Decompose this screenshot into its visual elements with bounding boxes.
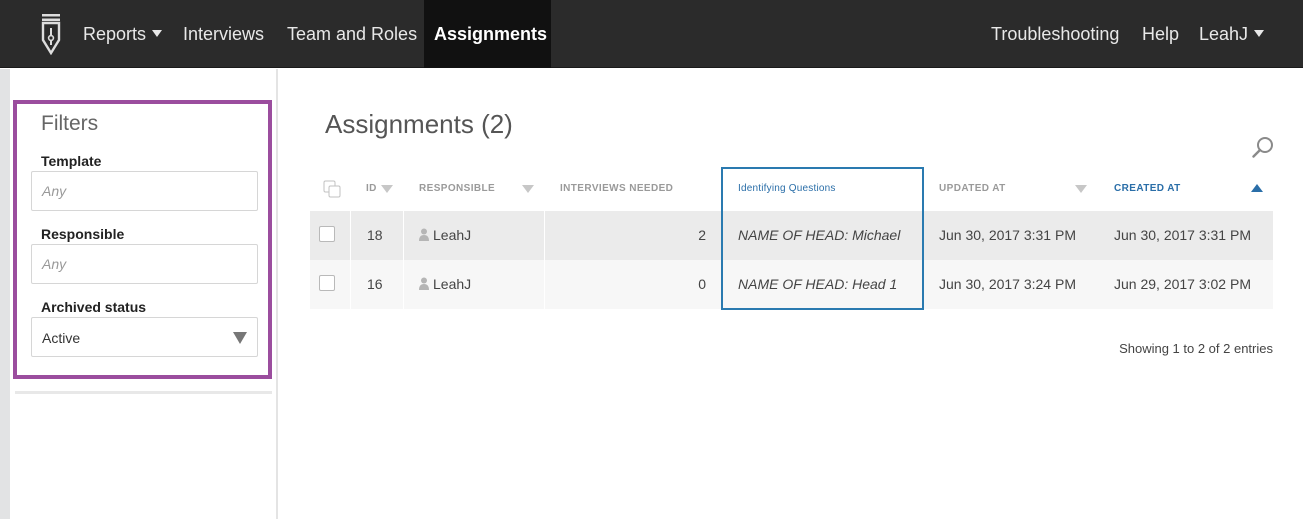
template-label: Template (41, 153, 102, 169)
column-separator (350, 260, 351, 309)
caret-down-icon (152, 30, 163, 37)
cell-responsible: LeahJ (419, 211, 471, 260)
person-icon (419, 277, 429, 290)
page-title: Assignments (2) (325, 109, 513, 139)
person-icon (419, 228, 429, 241)
column-separator (544, 211, 545, 260)
cell-updated-at: Jun 30, 2017 3:31 PM (939, 227, 1076, 243)
nav-help[interactable]: Help (1142, 0, 1179, 68)
nav-assignments[interactable]: Assignments (424, 0, 551, 68)
archived-status-label: Archived status (41, 299, 147, 315)
sort-ascending-icon[interactable] (1251, 184, 1263, 192)
cell-interviews-needed: 2 (698, 227, 706, 243)
column-header-interviews-needed[interactable]: INTERVIEWS NEEDED (560, 168, 673, 210)
identifying-questions-highlight (721, 167, 924, 310)
row-checkbox[interactable] (319, 226, 335, 242)
search-icon[interactable] (1252, 136, 1274, 158)
column-id-label: ID (366, 183, 377, 194)
column-separator (544, 260, 545, 309)
row-checkbox[interactable] (319, 275, 335, 291)
cell-responsible: LeahJ (419, 260, 471, 309)
responsible-name: LeahJ (433, 227, 472, 243)
filters-title: Filters (41, 112, 99, 135)
caret-down-icon (1254, 30, 1265, 37)
top-navbar: Reports Interviews Team and Roles Assign… (0, 0, 1303, 68)
nav-reports[interactable]: Reports (83, 0, 163, 68)
column-separator (350, 211, 351, 260)
cell-created-at: Jun 30, 2017 3:31 PM (1114, 227, 1251, 243)
cell-interviews-needed: 0 (698, 276, 706, 292)
column-separator (403, 260, 404, 309)
column-header-created-at[interactable]: CREATED AT (1114, 168, 1181, 210)
nav-troubleshooting[interactable]: Troubleshooting (991, 0, 1119, 68)
left-scroll-strip (0, 69, 10, 519)
column-separator (403, 211, 404, 260)
archived-status-value: Active (42, 330, 81, 346)
pen-nib-icon[interactable] (38, 13, 64, 55)
cell-updated-at: Jun 30, 2017 3:24 PM (939, 276, 1076, 292)
column-header-updated-at[interactable]: UPDATED AT (939, 168, 1006, 210)
nav-reports-label: Reports (83, 24, 147, 44)
sort-arrow-icon[interactable] (1075, 185, 1087, 193)
sidebar-divider (15, 391, 272, 394)
nav-team-roles[interactable]: Team and Roles (287, 0, 417, 68)
responsible-input[interactable]: Any (31, 244, 258, 284)
sort-arrow-icon[interactable] (381, 185, 393, 193)
user-name: LeahJ (1199, 24, 1249, 44)
filters-sidebar: Filters Template Any Responsible Any Arc… (10, 69, 278, 519)
dropdown-arrow-icon (233, 332, 247, 344)
archived-status-select[interactable]: Active (31, 317, 258, 357)
column-header-responsible[interactable]: RESPONSIBLE (419, 168, 495, 210)
select-all-checkbox-icon[interactable] (323, 180, 341, 198)
nav-user-menu[interactable]: LeahJ (1199, 0, 1265, 68)
pagination-info: Showing 1 to 2 of 2 entries (1119, 341, 1273, 356)
cell-created-at: Jun 29, 2017 3:02 PM (1114, 276, 1251, 292)
cell-id: 18 (367, 227, 383, 243)
filters-panel: Filters Template Any Responsible Any Arc… (13, 100, 272, 379)
column-header-id[interactable]: ID (366, 168, 377, 210)
responsible-label: Responsible (41, 226, 125, 242)
template-input[interactable]: Any (31, 171, 258, 211)
responsible-name: LeahJ (433, 276, 472, 292)
nav-interviews[interactable]: Interviews (183, 0, 264, 68)
sort-arrow-icon[interactable] (522, 185, 534, 193)
cell-id: 16 (367, 276, 383, 292)
